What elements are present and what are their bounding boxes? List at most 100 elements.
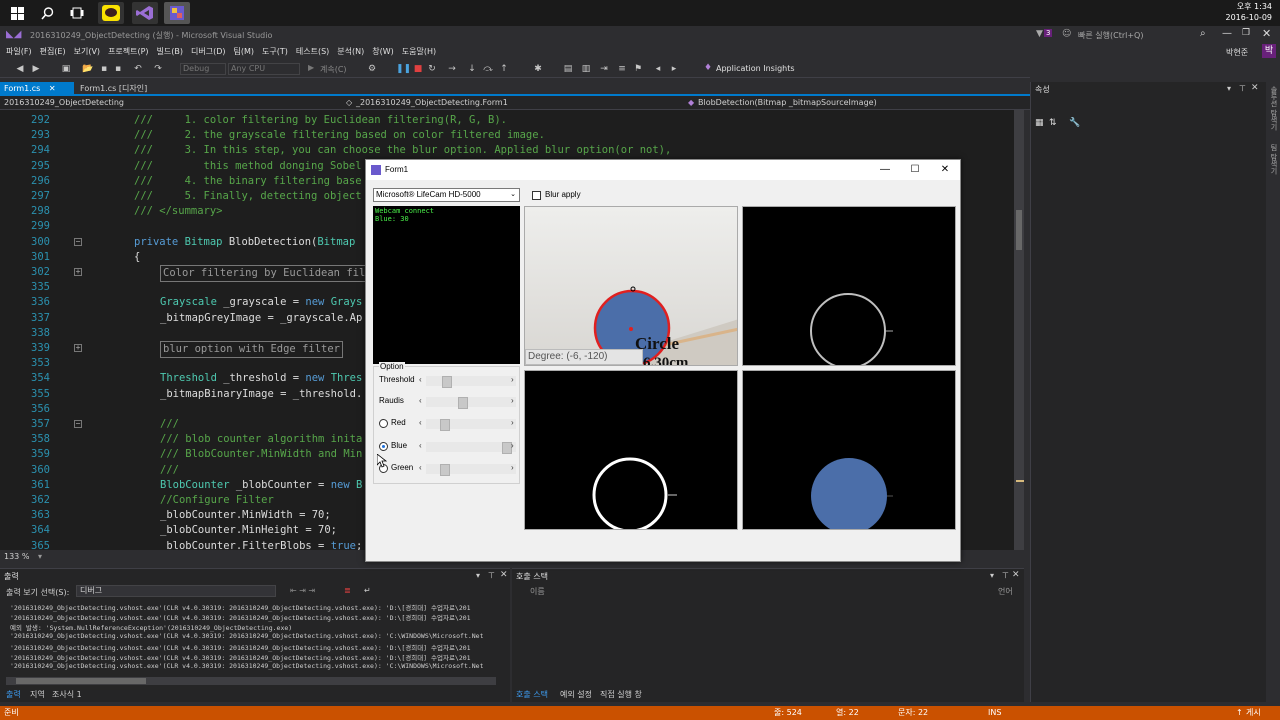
align-icon[interactable]: ▥ xyxy=(580,63,592,75)
output-hscroll[interactable] xyxy=(6,677,496,685)
slider-increase-icon[interactable]: › xyxy=(511,373,514,387)
slider-thumb[interactable] xyxy=(442,376,452,388)
status-publish[interactable]: 게시 xyxy=(1246,706,1261,720)
fold-toggle-icon[interactable]: + xyxy=(74,344,82,352)
platform-select[interactable]: Any CPU xyxy=(228,63,300,75)
form1-titlebar[interactable]: Form1 — ☐ ✕ xyxy=(366,160,960,180)
tab-call-stack[interactable]: 호출 스택 xyxy=(516,689,548,700)
menu-item[interactable]: 도움말(H) xyxy=(398,44,440,60)
slider-decrease-icon[interactable]: ‹ xyxy=(419,461,422,475)
save-icon[interactable]: ▪ xyxy=(98,63,110,75)
stack-dropdown-icon[interactable]: ▾ xyxy=(990,571,994,580)
menu-item[interactable]: 편집(E) xyxy=(36,44,70,60)
zoom-level[interactable]: 133 % xyxy=(4,550,29,564)
bookmark-prev-icon[interactable]: ◂ xyxy=(652,63,664,75)
zoom-dropdown-icon[interactable]: ▾ xyxy=(38,550,42,564)
application-insights-button[interactable]: Application Insights xyxy=(716,64,795,73)
slider-increase-icon[interactable]: › xyxy=(511,439,514,453)
user-avatar[interactable]: 박 xyxy=(1262,44,1276,58)
blur-apply-checkbox[interactable]: Blur apply xyxy=(532,189,581,201)
windows-start-icon[interactable] xyxy=(6,3,28,23)
step-over-icon[interactable]: ⤼ xyxy=(482,63,494,75)
slider-increase-icon[interactable]: › xyxy=(511,416,514,430)
output-dropdown-icon[interactable]: ▾ xyxy=(476,571,480,580)
kakaotalk-icon[interactable] xyxy=(98,2,124,24)
bookmark-next-icon[interactable]: ▸ xyxy=(668,63,680,75)
panel-close-icon[interactable]: ✕ xyxy=(1251,83,1259,93)
undo-icon[interactable]: ↶ xyxy=(132,63,144,75)
tab-exception-settings[interactable]: 예외 설정 xyxy=(560,689,592,700)
new-project-icon[interactable]: ▣ xyxy=(60,63,72,75)
quick-launch-input[interactable]: 빠른 실행(Ctrl+Q) xyxy=(1078,30,1143,41)
output-source-select[interactable]: 디버그 xyxy=(76,585,276,597)
fold-toggle-icon[interactable]: + xyxy=(74,268,82,276)
panel-dropdown-icon[interactable]: ▾ xyxy=(1227,84,1231,93)
output-nav-icons[interactable]: ⇤ ⇥ ⇥ xyxy=(290,586,315,595)
restart-icon[interactable]: ↻ xyxy=(426,63,438,75)
comment-icon[interactable]: ≡ xyxy=(616,63,628,75)
tab-output[interactable]: 출력 xyxy=(6,689,21,700)
team-explorer-side-tab[interactable]: 팀 탐색기 xyxy=(1269,144,1279,174)
config-select[interactable]: Debug xyxy=(180,63,226,75)
menu-item[interactable]: 프로젝트(P) xyxy=(104,44,153,60)
stack-col-name[interactable]: 이름 xyxy=(530,586,545,597)
tab-immediate[interactable]: 직접 실행 창 xyxy=(600,689,642,700)
slider-decrease-icon[interactable]: ‹ xyxy=(419,373,422,387)
indent-icon[interactable]: ⇥ xyxy=(598,63,610,75)
tab-form1-cs[interactable]: Form1.cs ✕ xyxy=(0,82,74,96)
stack-col-language[interactable]: 언어 xyxy=(998,586,1013,597)
nav-class-dropdown[interactable]: _2016310249_ObjectDetecting.Form1 xyxy=(356,96,508,110)
nav-project-dropdown[interactable]: 2016310249_ObjectDetecting xyxy=(4,96,124,110)
word-wrap-icon[interactable]: ↵ xyxy=(364,586,371,595)
slider-decrease-icon[interactable]: ‹ xyxy=(419,416,422,430)
visual-studio-icon[interactable] xyxy=(132,2,158,24)
menu-item[interactable]: 빌드(B) xyxy=(153,44,187,60)
clear-all-icon[interactable]: ≣ xyxy=(344,586,351,595)
tab-watch1[interactable]: 조사식 1 xyxy=(52,689,82,700)
insights-bulb-icon[interactable]: ♦ xyxy=(704,63,712,73)
pin-icon[interactable]: ⊤ xyxy=(1239,84,1246,93)
show-next-statement-icon[interactable]: → xyxy=(446,63,458,75)
system-clock[interactable]: 오후 1:34 2016-10-09 xyxy=(1226,1,1273,23)
slider-track[interactable] xyxy=(426,442,516,454)
restore-icon[interactable]: ❐ xyxy=(1242,28,1250,38)
menu-item[interactable]: 창(W) xyxy=(368,44,398,60)
nav-member-dropdown[interactable]: BlobDetection(Bitmap _bitmapSourceImage) xyxy=(698,96,877,110)
form1-minimize-icon[interactable]: — xyxy=(870,160,900,180)
close-icon[interactable]: ✕ xyxy=(1262,27,1271,40)
menu-item[interactable]: 파일(F) xyxy=(2,44,36,60)
filter-icon[interactable]: ▼ xyxy=(1036,29,1043,39)
save-all-icon[interactable]: ▪ xyxy=(112,63,124,75)
continue-button[interactable]: 계속(C) xyxy=(320,64,347,75)
output-pin-icon[interactable]: ⊤ xyxy=(488,571,495,580)
quick-launch-search-icon[interactable]: ⌕ xyxy=(1200,28,1206,39)
menu-item[interactable]: 보기(V) xyxy=(70,44,104,60)
slider-thumb[interactable] xyxy=(440,464,450,476)
hex-icon[interactable]: ✱ xyxy=(532,63,544,75)
stop-icon[interactable]: ■ xyxy=(412,63,424,75)
form1-close-icon[interactable]: ✕ xyxy=(930,160,960,180)
fold-toggle-icon[interactable]: − xyxy=(74,237,82,246)
user-name[interactable]: 박현준 xyxy=(1226,47,1248,58)
solution-explorer-side-tab[interactable]: 솔루션 탐색기 xyxy=(1269,86,1279,130)
menu-item[interactable]: 도구(T) xyxy=(258,44,292,60)
slider-track[interactable] xyxy=(426,464,516,476)
pause-icon[interactable]: ❚❚ xyxy=(396,63,411,75)
fold-toggle-icon[interactable]: − xyxy=(74,420,82,428)
output-close-icon[interactable]: ✕ xyxy=(500,570,508,580)
process-icon[interactable]: ⚙ xyxy=(366,63,378,75)
scrollbar-thumb[interactable] xyxy=(1016,210,1022,250)
back-icon[interactable]: ◀ xyxy=(14,63,26,75)
slider-decrease-icon[interactable]: ‹ xyxy=(419,439,422,453)
feedback-icon[interactable]: ☺ xyxy=(1062,29,1071,39)
form-app-icon[interactable] xyxy=(164,2,190,24)
publish-icon[interactable]: ↑ xyxy=(1236,706,1243,720)
slider-increase-icon[interactable]: › xyxy=(511,394,514,408)
menu-item[interactable]: 분석(N) xyxy=(333,44,368,60)
redo-icon[interactable]: ↷ xyxy=(152,63,164,75)
menu-item[interactable]: 디버그(D) xyxy=(187,44,229,60)
bookmark-icon[interactable]: ⚑ xyxy=(632,63,644,75)
editor-vertical-scrollbar[interactable] xyxy=(1014,110,1024,550)
minimize-icon[interactable]: — xyxy=(1222,28,1232,39)
categorized-icon[interactable]: ▦ xyxy=(1035,118,1044,128)
